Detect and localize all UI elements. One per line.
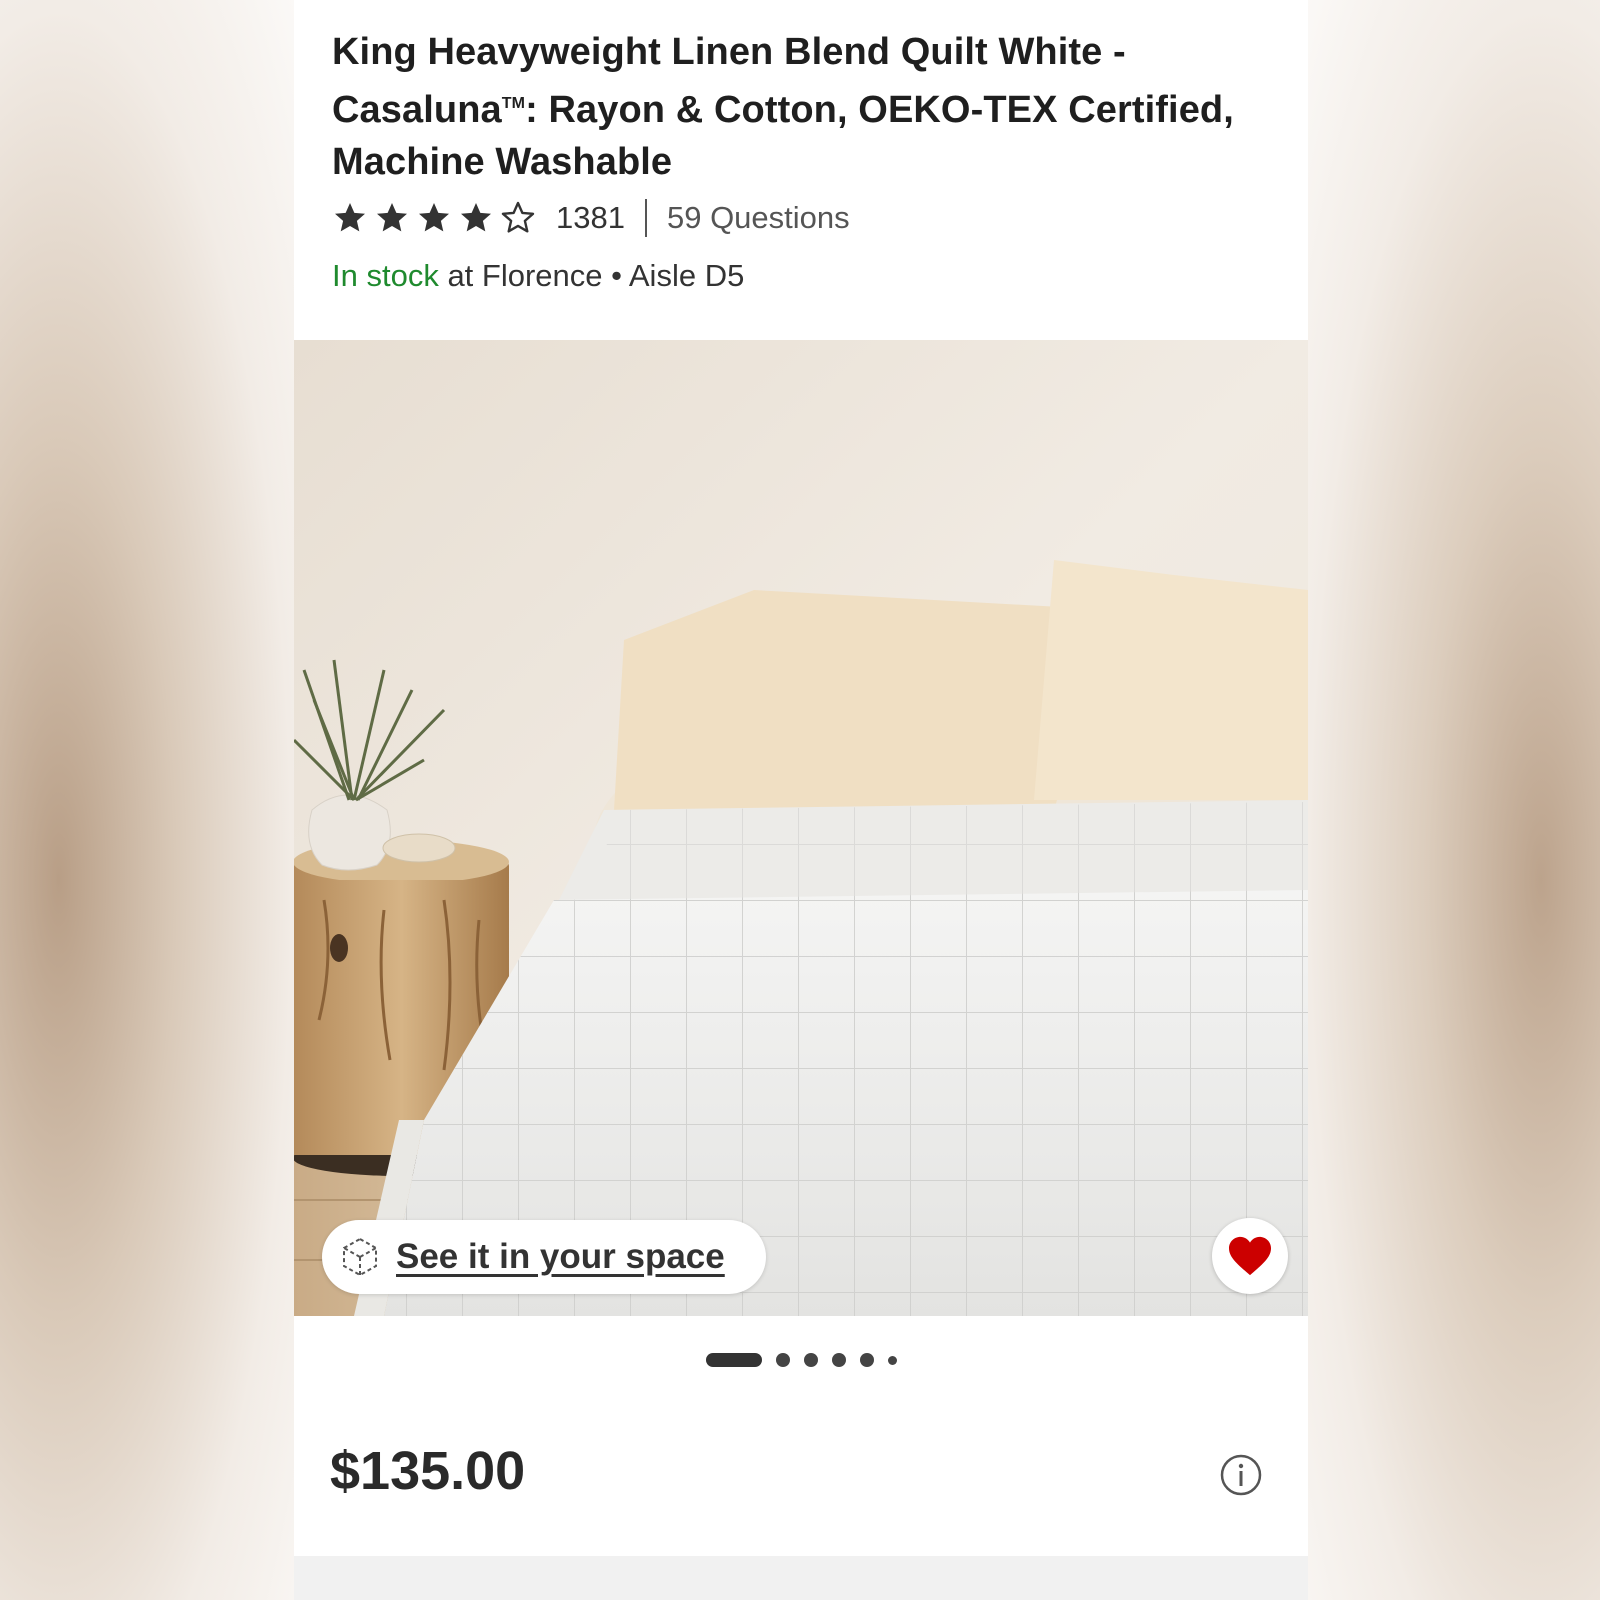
carousel-pagination	[294, 1350, 1308, 1370]
carousel-dot[interactable]	[887, 1355, 897, 1365]
bottom-divider	[294, 1556, 1308, 1600]
in-stock-label: In stock	[332, 258, 439, 293]
star-filled-icon	[377, 203, 407, 232]
divider	[644, 199, 647, 237]
see-it-in-your-space-button[interactable]: See it in your space	[322, 1220, 766, 1294]
bedroom-photo	[294, 340, 1308, 1316]
price: $135.00	[330, 1441, 526, 1501]
see-it-in-your-space-label: See it in your space	[396, 1237, 725, 1276]
ar-cube-icon	[343, 1237, 377, 1277]
product-image[interactable]: See it in your space	[294, 340, 1308, 1316]
stock-status: In stock at Florence • Aisle D5	[332, 258, 744, 294]
store-location[interactable]: at Florence • Aisle D5	[439, 258, 744, 293]
trademark-mark: TM	[501, 95, 526, 112]
carousel-dot[interactable]	[775, 1353, 790, 1367]
background-blur-right	[1306, 0, 1600, 1600]
background-blur-left	[0, 0, 294, 1600]
questions-link[interactable]: 59 Questions	[667, 200, 850, 236]
carousel-dot-active[interactable]	[705, 1353, 762, 1367]
carousel-dot[interactable]	[831, 1353, 846, 1367]
star-filled-icon	[419, 203, 449, 232]
rating-row[interactable]: 1381 59 Questions	[332, 196, 850, 240]
star-rating	[332, 200, 536, 236]
product-title: King Heavyweight Linen Blend Quilt White…	[332, 26, 1272, 188]
star-filled-icon	[461, 203, 491, 232]
favorite-button[interactable]	[1212, 1218, 1288, 1294]
carousel-dot[interactable]	[803, 1353, 818, 1367]
info-icon[interactable]	[1220, 1454, 1262, 1496]
star-empty-icon	[501, 201, 535, 233]
product-card: King Heavyweight Linen Blend Quilt White…	[294, 0, 1308, 1600]
heart-icon	[1229, 1236, 1271, 1276]
star-filled-icon	[335, 203, 365, 232]
rating-count[interactable]: 1381	[556, 200, 625, 236]
carousel-dot[interactable]	[859, 1353, 874, 1367]
